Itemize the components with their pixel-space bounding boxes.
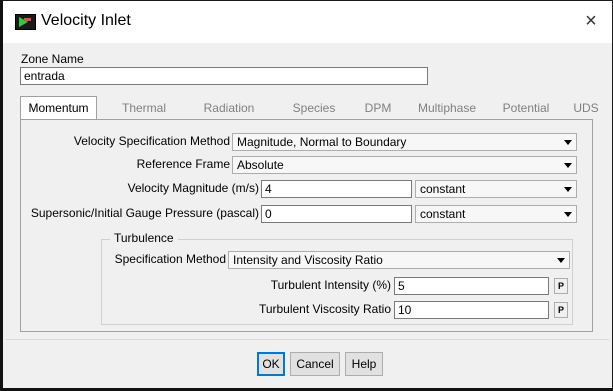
turbulent-intensity-label: Turbulent Intensity (%) [270, 278, 391, 292]
reference-frame-dropdown[interactable]: Absolute [232, 156, 577, 174]
ok-button[interactable]: OK [257, 352, 285, 376]
title-bar: Velocity Inlet × [3, 1, 612, 43]
reference-frame-label: Reference Frame [136, 157, 230, 171]
velocity-spec-label: Velocity Specification Method [73, 134, 230, 148]
window-title: Velocity Inlet [41, 12, 131, 29]
reference-frame-value: Absolute [237, 158, 284, 172]
gauge-pressure-label: Supersonic/Initial Gauge Pressure (pasca… [30, 206, 259, 220]
zone-name-label: Zone Name [21, 52, 84, 66]
intensity-parameter-button[interactable]: P [554, 278, 568, 294]
tab-bar: Momentum Thermal Radiation Species DPM M… [20, 96, 610, 119]
velocity-inlet-dialog: Velocity Inlet × Zone Name entrada Momen… [0, 0, 613, 391]
tab-potential[interactable]: Potential [490, 97, 562, 119]
turbulence-spec-dropdown[interactable]: Intensity and Viscosity Ratio [228, 251, 570, 269]
momentum-panel: Velocity Specification Method Magnitude,… [20, 119, 593, 332]
gauge-pressure-input[interactable]: 0 [261, 205, 412, 223]
velocity-magnitude-method-value: constant [420, 182, 466, 196]
chevron-down-icon [564, 187, 572, 192]
tab-thermal[interactable]: Thermal [106, 97, 182, 119]
tab-dpm[interactable]: DPM [353, 97, 403, 119]
app-icon [15, 14, 36, 30]
turbulence-title: Turbulence [110, 231, 178, 245]
zone-name-input[interactable]: entrada [20, 67, 428, 85]
gauge-pressure-method[interactable]: constant [415, 205, 577, 223]
tab-species[interactable]: Species [278, 97, 350, 119]
tab-multiphase[interactable]: Multiphase [406, 97, 488, 119]
gauge-pressure-method-value: constant [420, 207, 466, 221]
velocity-magnitude-label: Velocity Magnitude (m/s) [127, 181, 259, 195]
velocity-spec-value: Magnitude, Normal to Boundary [237, 135, 407, 149]
chevron-down-icon [564, 163, 572, 168]
velocity-magnitude-input[interactable]: 4 [261, 180, 412, 198]
close-button[interactable]: × [580, 9, 602, 33]
chevron-down-icon [564, 140, 572, 145]
turbulence-spec-label: Specification Method [114, 252, 226, 266]
turbulence-spec-value: Intensity and Viscosity Ratio [233, 253, 383, 267]
chevron-down-icon [564, 212, 572, 217]
footer-separator [6, 339, 609, 340]
tab-uds[interactable]: UDS [566, 97, 606, 119]
viscosity-ratio-parameter-button[interactable]: P [554, 302, 568, 318]
velocity-spec-dropdown[interactable]: Magnitude, Normal to Boundary [232, 133, 577, 151]
cancel-button[interactable]: Cancel [290, 352, 340, 376]
viscosity-ratio-input[interactable]: 10 [394, 301, 549, 319]
velocity-magnitude-method[interactable]: constant [415, 180, 577, 198]
turbulent-intensity-input[interactable]: 5 [394, 277, 549, 295]
chevron-down-icon [557, 258, 565, 263]
tab-momentum[interactable]: Momentum [20, 96, 97, 119]
viscosity-ratio-label: Turbulent Viscosity Ratio [258, 302, 391, 316]
tab-radiation[interactable]: Radiation [191, 97, 267, 119]
help-button[interactable]: Help [345, 352, 383, 376]
